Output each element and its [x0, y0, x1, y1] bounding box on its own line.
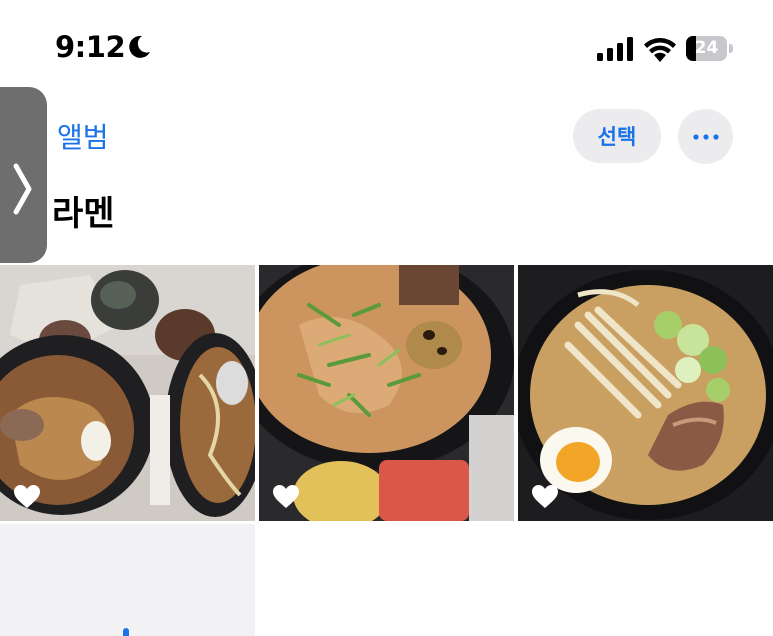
ramen-with-egg-chashu-image — [518, 265, 773, 521]
battery-body: 24 — [686, 36, 727, 61]
chevron-right-icon — [13, 163, 32, 215]
battery-level: 24 — [694, 38, 719, 58]
favorite-heart-icon — [14, 485, 40, 508]
status-time: 9:12 — [55, 30, 126, 64]
album-title: 라멘 — [52, 194, 115, 234]
favorite-heart-icon — [532, 485, 558, 508]
photo-grid — [0, 265, 773, 521]
favorite-heart-icon — [273, 485, 299, 508]
more-options-button[interactable] — [678, 109, 733, 164]
side-panel-handle[interactable] — [0, 87, 47, 263]
ramen-bowl-green-onion-image — [259, 265, 514, 521]
cellular-signal-icon — [597, 37, 633, 61]
back-to-albums-link[interactable]: 앨범 — [57, 116, 109, 156]
photo-thumbnail[interactable] — [0, 265, 255, 521]
photo-placeholder — [0, 524, 255, 636]
moon-icon — [129, 35, 150, 58]
wifi-icon — [644, 38, 676, 62]
battery-indicator: 24 — [686, 36, 734, 61]
battery-nub — [729, 44, 733, 53]
photo-thumbnail[interactable] — [518, 265, 773, 521]
photo-thumbnail[interactable] — [259, 265, 514, 521]
ellipsis-icon — [692, 133, 719, 140]
loading-indicator — [123, 628, 129, 636]
ramen-with-onigiri-image — [0, 265, 255, 521]
status-bar: 9:12 24 — [0, 0, 773, 90]
select-button[interactable]: 선택 — [573, 109, 661, 163]
